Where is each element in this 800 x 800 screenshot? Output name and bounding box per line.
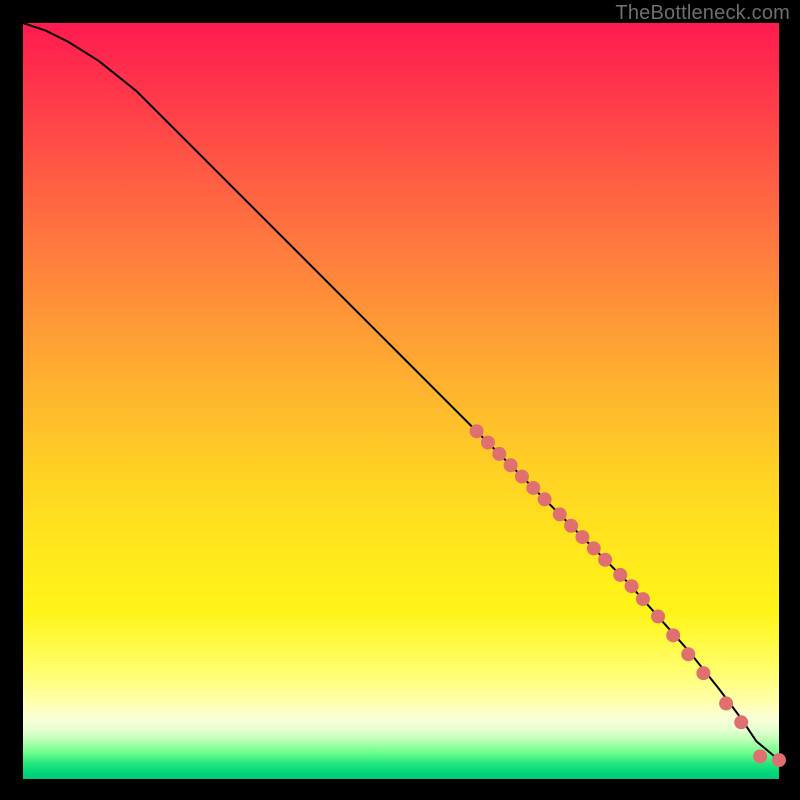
chart-overlay <box>23 23 779 779</box>
data-point <box>753 749 767 763</box>
data-point <box>681 647 695 661</box>
data-point <box>625 579 639 593</box>
data-point <box>481 436 495 450</box>
curve-layer <box>23 23 779 760</box>
data-point <box>666 628 680 642</box>
data-point <box>696 666 710 680</box>
attribution-text: TheBottleneck.com <box>615 2 790 25</box>
data-point <box>651 609 665 623</box>
data-point <box>734 715 748 729</box>
data-point <box>553 507 567 521</box>
data-point <box>613 568 627 582</box>
data-point <box>564 519 578 533</box>
data-point <box>636 592 650 606</box>
data-point <box>526 481 540 495</box>
data-point <box>492 447 506 461</box>
data-point <box>587 541 601 555</box>
data-point <box>515 470 529 484</box>
data-point <box>504 458 518 472</box>
data-point <box>772 753 786 767</box>
data-point <box>598 553 612 567</box>
data-point <box>719 696 733 710</box>
chart-stage: TheBottleneck.com <box>0 0 800 800</box>
data-point <box>538 492 552 506</box>
data-point <box>575 530 589 544</box>
data-point <box>470 424 484 438</box>
bottleneck-curve <box>23 23 779 760</box>
